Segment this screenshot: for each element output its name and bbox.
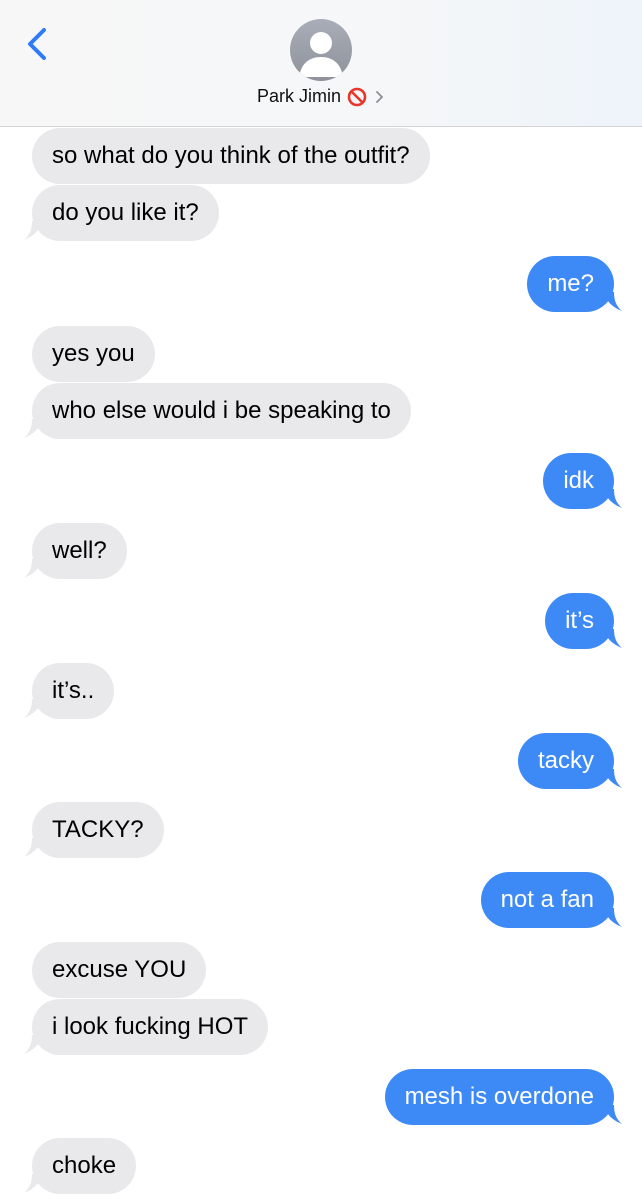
contact-name: Park Jimin <box>256 86 341 106</box>
bubble-tail <box>604 1105 622 1124</box>
message-text: it’s <box>565 607 594 634</box>
message-row: well? <box>0 523 642 579</box>
contact-avatar[interactable] <box>290 19 352 81</box>
message-row: TACKY? <box>0 802 642 858</box>
contact-name-button[interactable]: Park Jimin <box>0 86 642 107</box>
bubble-tail <box>24 699 42 718</box>
message-row: mesh is overdone <box>0 1069 642 1125</box>
received-bubble[interactable]: TACKY? <box>24 802 164 858</box>
message-text: yes you <box>52 340 135 367</box>
message-text: tacky <box>537 747 594 774</box>
bubble-tail <box>24 559 42 578</box>
sent-bubble[interactable]: mesh is overdone <box>384 1069 622 1125</box>
bubble-tail <box>24 419 42 438</box>
received-bubble[interactable]: i look fucking HOT <box>24 999 269 1055</box>
received-bubble[interactable]: do you like it? <box>24 185 219 241</box>
received-bubble[interactable]: well? <box>24 523 127 579</box>
bubble-tail <box>24 1035 42 1054</box>
message-text: do you like it? <box>52 199 199 226</box>
message-text: i look fucking HOT <box>52 1013 249 1040</box>
received-bubble[interactable]: who else would i be speaking to <box>24 383 411 439</box>
message-row: tacky <box>0 733 642 789</box>
message-row: idk <box>0 453 642 509</box>
bubble-tail <box>604 292 622 311</box>
message-text: choke <box>52 1152 117 1179</box>
message-row: i look fucking HOT <box>0 999 642 1055</box>
message-text: mesh is overdone <box>404 1083 594 1110</box>
received-bubble[interactable]: choke <box>24 1138 137 1194</box>
message-row: do you like it? <box>0 185 642 241</box>
sent-bubble[interactable]: idk <box>543 453 622 509</box>
back-button[interactable] <box>18 20 58 68</box>
received-bubble[interactable]: it’s.. <box>24 663 115 719</box>
bubble-tail <box>24 221 42 240</box>
sent-bubble[interactable]: tacky <box>517 733 622 789</box>
message-row: yes you <box>0 326 642 382</box>
message-text: me? <box>547 270 594 297</box>
conversation-header: Park Jimin <box>0 0 642 127</box>
message-row: me? <box>0 256 642 312</box>
bubble-tail <box>604 769 622 788</box>
received-bubble[interactable]: yes you <box>32 326 155 382</box>
received-bubble[interactable]: so what do you think of the outfit? <box>32 128 430 184</box>
message-text: TACKY? <box>52 816 144 843</box>
message-row: so what do you think of the outfit? <box>0 128 642 184</box>
sent-bubble[interactable]: me? <box>527 256 622 312</box>
message-text: so what do you think of the outfit? <box>52 142 410 169</box>
blocked-icon <box>347 87 367 106</box>
message-text: excuse YOU <box>52 956 187 983</box>
chevron-right-icon <box>376 90 383 103</box>
sent-bubble[interactable]: it’s <box>545 593 622 649</box>
bubble-tail <box>24 838 42 857</box>
chevron-left-icon <box>28 28 46 60</box>
message-text: well? <box>52 537 107 564</box>
received-bubble[interactable]: excuse YOU <box>32 942 207 998</box>
message-text: not a fan <box>500 886 594 913</box>
message-text: who else would i be speaking to <box>52 397 391 424</box>
message-row: it’s <box>0 593 642 649</box>
bubble-tail <box>604 629 622 648</box>
bubble-tail <box>604 908 622 927</box>
message-text: it’s.. <box>52 677 95 704</box>
person-silhouette-icon <box>299 32 343 77</box>
message-text: idk <box>563 467 594 494</box>
sent-bubble[interactable]: not a fan <box>480 872 622 928</box>
bubble-tail <box>604 489 622 508</box>
message-row: it’s.. <box>0 663 642 719</box>
message-row: not a fan <box>0 872 642 928</box>
message-thread[interactable]: so what do you think of the outfit? do y… <box>0 127 642 1200</box>
message-row: excuse YOU <box>0 942 642 998</box>
message-row: who else would i be speaking to <box>0 383 642 439</box>
bubble-tail <box>24 1174 42 1193</box>
message-row: choke <box>0 1138 642 1194</box>
